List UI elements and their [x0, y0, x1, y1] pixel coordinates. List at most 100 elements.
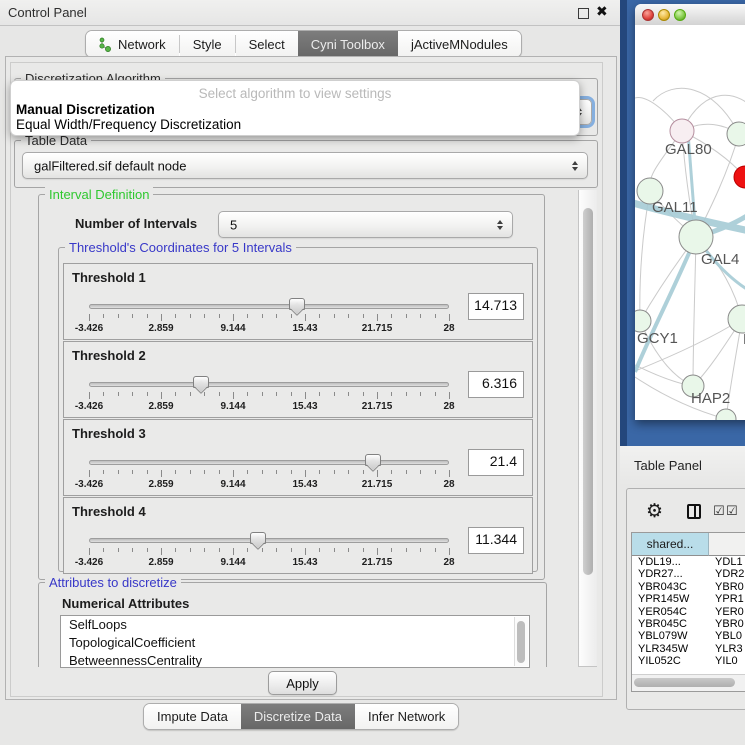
node-gcy1[interactable]: [635, 310, 651, 332]
table-row[interactable]: YBR043CYBR0: [632, 581, 745, 593]
threshold-3-panel: Threshold 3 -3.4262.8599.14415.4321.7152…: [63, 419, 533, 496]
threshold-4-slider-handle[interactable]: [250, 532, 266, 544]
attributes-label: Attributes to discretize: [45, 575, 181, 590]
table-row[interactable]: YBL079WYBL0: [632, 630, 745, 642]
network-icon: [99, 37, 112, 52]
node-gal80[interactable]: [670, 119, 694, 143]
tab-infer-network[interactable]: Infer Network: [355, 704, 458, 729]
table-row[interactable]: YPR145WYPR1: [632, 593, 745, 605]
node-label-gal4: GAL4: [701, 251, 739, 268]
threshold-coordinates-label: Threshold's Coordinates for 5 Intervals: [65, 240, 296, 255]
threshold-1-slider-handle[interactable]: [289, 298, 305, 310]
tab-impute-data[interactable]: Impute Data: [144, 704, 241, 729]
threshold-2-slider-handle[interactable]: [193, 376, 209, 388]
close-icon[interactable]: ✖: [596, 3, 608, 20]
combo-arrows-icon: [497, 220, 503, 230]
node-gal4[interactable]: [679, 220, 713, 254]
node-label-gcy1: GCY1: [637, 330, 678, 347]
column-header-name[interactable]: n: [709, 533, 745, 556]
slider-tick-labels: -3.4262.8599.14415.4321.71528: [89, 401, 449, 413]
slider-ticks: [89, 314, 449, 322]
node-selected-red[interactable]: [734, 166, 745, 188]
tab-select[interactable]: Select: [236, 31, 298, 57]
table-row[interactable]: YLR345WYLR3: [632, 643, 745, 655]
network-graph: GAL80 GA C GAL11 GAL4 GCY1 H HAP2: [635, 25, 745, 420]
node-right-h[interactable]: [728, 305, 745, 333]
tab-discretize-data[interactable]: Discretize Data: [241, 704, 355, 729]
table-horizontal-scrollbar[interactable]: [632, 674, 745, 691]
threshold-1-label: Threshold 1: [72, 270, 146, 285]
column-header-shared-name[interactable]: shared...: [632, 533, 709, 556]
minimize-traffic-light-icon[interactable]: [658, 9, 670, 21]
network-view-window[interactable]: GAL80 GA C GAL11 GAL4 GCY1 H HAP2: [635, 4, 745, 420]
slider-tick-labels: -3.4262.8599.14415.4321.71528: [89, 479, 449, 491]
network-canvas[interactable]: GAL80 GA C GAL11 GAL4 GCY1 H HAP2: [635, 25, 745, 420]
threshold-3-slider-handle[interactable]: [365, 454, 381, 466]
gear-icon[interactable]: ⚙: [646, 500, 663, 523]
table-panel-titlebar: Table Panel: [620, 446, 745, 486]
numerical-attributes-list[interactable]: SelfLoopsTopologicalCoefficientBetweenne…: [60, 615, 530, 668]
threshold-4-panel: Threshold 4 -3.4262.8599.14415.4321.7152…: [63, 497, 533, 574]
network-window-titlebar[interactable]: [635, 4, 745, 26]
popup-item-manual-discretization[interactable]: Manual Discretization: [15, 102, 575, 117]
number-of-intervals-value: 5: [230, 217, 237, 232]
popup-prompt: Select algorithm to view settings: [11, 86, 579, 101]
scrollbar-thumb[interactable]: [583, 208, 593, 575]
interval-definition-label: Interval Definition: [45, 187, 153, 202]
node-table-rows: YDL19...YDL1YDR27...YDR2YBR043CYBR0YPR14…: [632, 556, 745, 669]
table-row[interactable]: YDR27...YDR2: [632, 568, 745, 580]
close-traffic-light-icon[interactable]: [642, 9, 654, 21]
control-panel-tabs: Network Style Select Cyni Toolbox jActiv…: [85, 30, 522, 58]
scrollbar-thumb[interactable]: [634, 678, 735, 687]
tab-cyni-toolbox[interactable]: Cyni Toolbox: [298, 31, 398, 57]
tab-jactivemnodules[interactable]: jActiveMNodules: [398, 31, 521, 57]
table-data-combobox[interactable]: galFiltered.sif default node: [22, 152, 588, 179]
table-row[interactable]: YDL19...YDL1: [632, 556, 745, 568]
node-bottom[interactable]: [716, 409, 736, 420]
node-top-right[interactable]: [727, 122, 745, 146]
threshold-4-slider-track[interactable]: [89, 538, 449, 543]
table-row[interactable]: YBR045CYBR0: [632, 618, 745, 630]
number-of-intervals-label: Number of Intervals: [75, 216, 197, 231]
number-of-intervals-combobox[interactable]: 5: [218, 211, 513, 238]
float-window-icon[interactable]: [578, 8, 589, 19]
list-scrollbar[interactable]: [514, 617, 528, 666]
table-row[interactable]: YER054CYER0: [632, 606, 745, 618]
zoom-traffic-light-icon[interactable]: [674, 9, 686, 21]
checkbox-icon[interactable]: ☑: [726, 503, 738, 519]
threshold-2-label: Threshold 2: [72, 348, 146, 363]
threshold-2-panel: Threshold 2 -3.4262.8599.14415.4321.7152…: [63, 341, 533, 418]
attribute-list-item[interactable]: SelfLoops: [61, 616, 529, 634]
control-panel-titlebar: Control Panel ✖: [0, 0, 620, 26]
tab-style[interactable]: Style: [180, 31, 235, 57]
columns-icon[interactable]: [687, 504, 701, 519]
threshold-2-value-field[interactable]: 6.316: [468, 371, 524, 398]
table-row[interactable]: YIL052CYIL0: [632, 655, 745, 667]
threshold-2-slider-track[interactable]: [89, 382, 449, 387]
slider-tick-labels: -3.4262.8599.14415.4321.71528: [89, 557, 449, 569]
tab-network[interactable]: Network: [86, 31, 179, 57]
node-label-gal11: GAL11: [652, 199, 698, 216]
table-panel-title: Table Panel: [634, 458, 702, 473]
attribute-list-item[interactable]: BetweennessCentrality: [61, 652, 529, 668]
threshold-1-panel: Threshold 1 -3.4262.8599.14415.4321.7152…: [63, 263, 533, 340]
attribute-list-item[interactable]: TopologicalCoefficient: [61, 634, 529, 652]
node-label-hap2: HAP2: [691, 390, 730, 407]
checkbox-icon[interactable]: ☑: [713, 503, 725, 519]
combo-arrows-icon: [572, 161, 578, 171]
threshold-3-slider-track[interactable]: [89, 460, 449, 465]
table-header-row: shared... n: [632, 533, 745, 556]
apply-button[interactable]: Apply: [268, 671, 337, 695]
threshold-3-value-field[interactable]: 21.4: [468, 449, 524, 476]
settings-vertical-scrollbar[interactable]: [578, 190, 597, 667]
algorithm-dropdown-popup: Select algorithm to view settings Manual…: [10, 80, 580, 136]
numerical-attributes-label: Numerical Attributes: [62, 596, 189, 611]
table-data-value: galFiltered.sif default node: [34, 158, 186, 173]
threshold-1-slider-track[interactable]: [89, 304, 449, 309]
network-desktop-area: GAL80 GA C GAL11 GAL4 GCY1 H HAP2: [620, 0, 745, 446]
node-attribute-table: shared... n YDL19...YDL1YDR27...YDR2YBR0…: [631, 532, 745, 692]
threshold-1-value-field[interactable]: 14.713: [468, 293, 524, 320]
tab-network-label: Network: [118, 37, 166, 52]
threshold-4-value-field[interactable]: 11.344: [468, 527, 524, 554]
popup-item-equal-width-frequency[interactable]: Equal Width/Frequency Discretization: [15, 117, 575, 132]
